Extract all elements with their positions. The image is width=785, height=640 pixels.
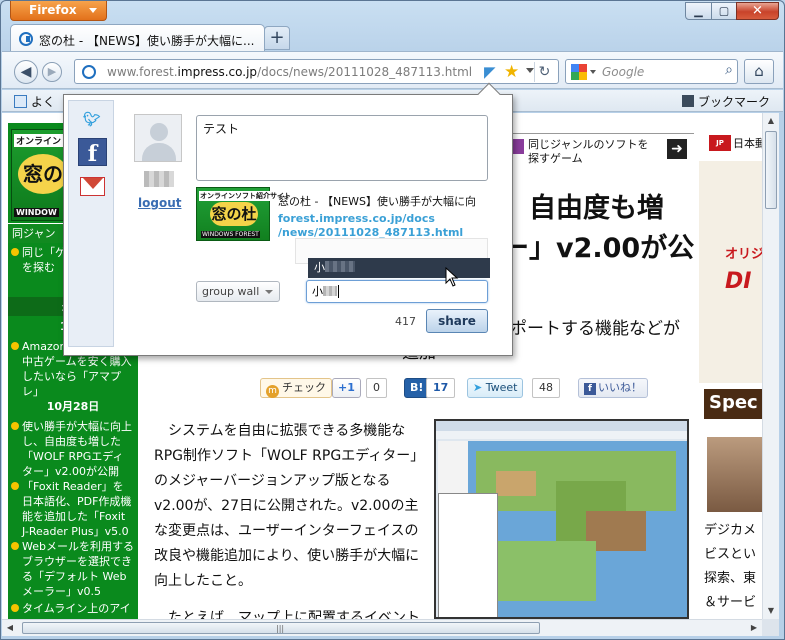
gmail-icon[interactable] [80, 177, 105, 196]
article-headline: 、自由度も増 ー」v2.00が公 [502, 193, 695, 264]
scroll-right-arrow-icon[interactable]: ▶ [746, 620, 762, 636]
horizontal-scrollbar[interactable]: ◀ ||| ▶ [2, 619, 762, 636]
search-bar[interactable]: Google ⌕ [565, 59, 738, 84]
sidebar-link[interactable]: タイムライン上のアイ [8, 599, 138, 619]
link-url: forest.impress.co.jp/docs/news/20111028_… [278, 212, 464, 239]
scroll-left-arrow-icon[interactable]: ◀ [2, 620, 18, 636]
search-magnifier-icon[interactable]: ⌕ [725, 62, 733, 78]
google-engine-icon[interactable] [571, 64, 587, 80]
char-counter: 417 [395, 315, 416, 328]
feature-photo[interactable] [707, 437, 762, 512]
link-thumbnail: オンラインソフト紹介サイト 窓の杜 WINDOWS FOREST [196, 187, 292, 241]
tweet-count: 48 [532, 378, 560, 398]
mixi-icon: m [266, 385, 279, 398]
user-name-blurred [144, 171, 174, 187]
tab-active[interactable]: 窓の杜 - 【NEWS】使い勝手が大幅に... [10, 24, 265, 52]
logout-link[interactable]: logout [138, 196, 181, 210]
facebook-like-button[interactable]: f いいね！ [578, 378, 648, 398]
site-identity-icon[interactable] [82, 65, 96, 79]
comment-textarea[interactable]: テスト [196, 115, 488, 181]
facebook-icon[interactable]: f [78, 138, 107, 167]
firefox-menu-button[interactable]: Firefox [10, 1, 107, 21]
autocomplete-suggestion[interactable]: 小 [308, 258, 490, 278]
user-avatar [134, 114, 182, 162]
same-genre-link[interactable]: 同じジャンルのソフトを探すゲーム ➜ [507, 138, 687, 179]
maximize-button[interactable]: ▢ [711, 2, 737, 20]
twitter-icon: ➤ [473, 381, 483, 394]
share-icon[interactable]: ◤ [484, 63, 502, 81]
article-screenshot-image[interactable] [434, 419, 689, 619]
search-placeholder: Google [602, 65, 645, 79]
link-preview-card: オンラインソフト紹介サイト 窓の杜 WINDOWS FOREST 窓の杜 - 【… [196, 187, 488, 242]
hatena-count: 17 [426, 378, 456, 398]
feature-text[interactable]: デジカメ ビスとい 探索、東 ＆サービ [704, 519, 756, 615]
service-sidebar: 🐦︎ f [68, 100, 114, 347]
plus-one-count: 0 [366, 378, 387, 398]
arrow-right-icon: ➜ [667, 139, 687, 159]
vertical-scrollbar[interactable]: ▲ ▼ [762, 113, 779, 619]
article-body: システムを自由に拡張できる多機能なRPG制作ソフト「WOLF RPGエディター」… [154, 423, 420, 619]
minimize-button[interactable]: ▁ [685, 2, 712, 20]
recipient-input[interactable]: 小 [306, 280, 488, 303]
blurred-text [325, 261, 355, 272]
new-tab-button[interactable]: + [264, 26, 290, 50]
twitter-bird-icon[interactable]: 🐦︎ [83, 112, 103, 128]
advertisement[interactable]: オリジ DI [699, 161, 762, 383]
back-button[interactable]: ◀ [14, 60, 38, 84]
japan-post-logo: JP [709, 135, 731, 151]
scroll-thumb[interactable]: ||| [22, 622, 540, 634]
scroll-thumb[interactable] [765, 131, 777, 209]
mixi-check-button[interactable]: m チェック [260, 378, 332, 398]
plus-one-button[interactable]: +1 [332, 378, 361, 398]
url-history-dropdown-icon[interactable] [526, 68, 534, 73]
sidebar-link[interactable]: 使い勝手が大幅に向上し、自由度も増した「WOLF RPGエディター」v2.00が… [8, 417, 138, 479]
site-favicon-icon [19, 32, 33, 46]
scroll-down-arrow-icon[interactable]: ▼ [763, 603, 779, 619]
social-share-row: m チェック +1 0 B! 17 ➤ Tweet 48 f いいね！ [260, 375, 660, 399]
share-button[interactable]: share [426, 309, 488, 333]
mouse-cursor-icon [445, 267, 459, 287]
link-title: 窓の杜 - 【NEWS】使い勝手が大幅に向 [278, 195, 476, 208]
blurred-text [323, 286, 337, 296]
forward-button[interactable]: ▶ [42, 62, 62, 82]
engine-dropdown-icon[interactable] [590, 70, 596, 74]
bookmark-item[interactable]: よく [14, 93, 55, 110]
url-bar[interactable]: www.forest.impress.co.jp/docs/news/20111… [74, 59, 559, 84]
url-text: www.forest.impress.co.jp/docs/news/20111… [107, 65, 473, 79]
browser-window: Firefox ▁ ▢ ✕ 窓の杜 - 【NEWS】使い勝手が大幅に... + … [0, 0, 785, 640]
date-header: 10月28日 [8, 397, 138, 416]
destination-select[interactable]: group wall [196, 281, 280, 302]
bookmark-icon [14, 95, 27, 108]
tweet-button[interactable]: ➤ Tweet [467, 378, 524, 398]
bookmarks-icon [682, 95, 694, 107]
special-banner[interactable]: Spec [704, 389, 762, 419]
facebook-icon: f [584, 383, 596, 395]
bookmarks-menu[interactable]: ブックマーク [682, 93, 770, 110]
sidebar-link[interactable]: 「Foxit Reader」を日本語化、PDF作成機能を追加した「Foxit J… [8, 477, 138, 539]
scroll-up-arrow-icon[interactable]: ▲ [763, 113, 779, 129]
japan-post-banner[interactable]: JP 日本郵 [699, 131, 762, 161]
tab-title: 窓の杜 - 【NEWS】使い勝手が大幅に... [39, 34, 255, 48]
reload-button[interactable]: ↻ [534, 62, 554, 82]
close-button[interactable]: ✕ [736, 2, 779, 20]
share-popup: 🐦︎ f logout テスト オンラインソフト紹介サイト 窓の杜 WINDOW… [63, 82, 513, 356]
sidebar-link[interactable]: Webメールを利用するブラウザーを選択できる「デフォルト Web メーラー」v0… [8, 537, 138, 599]
bookmark-star-icon[interactable]: ★ [504, 62, 522, 82]
home-button[interactable]: ⌂ [744, 59, 774, 84]
scrollbar-corner [762, 619, 779, 636]
right-sidebar: JP 日本郵 オリジ DI Spec デジカメ ビスとい 探索、東 ＆サービ [699, 127, 762, 617]
navigation-toolbar: ◀ ▶ www.forest.impress.co.jp/docs/news/2… [2, 51, 783, 89]
